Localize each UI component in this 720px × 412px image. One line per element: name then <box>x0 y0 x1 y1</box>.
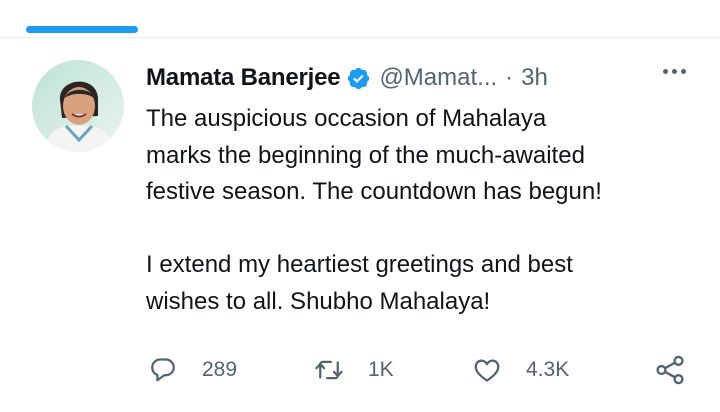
retweet-button[interactable]: 1K <box>312 350 394 390</box>
tab-active-indicator <box>26 26 138 33</box>
share-icon <box>652 353 688 387</box>
more-dots-icon[interactable] <box>663 69 686 74</box>
verified-badge-icon <box>346 66 371 91</box>
reply-count: 289 <box>202 358 238 381</box>
author-name[interactable]: Mamata Banerjee <box>146 64 341 92</box>
retweet-icon <box>312 353 346 387</box>
author-handle[interactable]: @Mamat... <box>379 64 497 92</box>
tweet-line: I extend my heartiest greetings and best <box>146 251 573 278</box>
separator-dot: · <box>505 64 514 91</box>
tweet-actions: 289 1K 4.3K <box>146 350 694 390</box>
reply-bubble-icon <box>146 353 180 387</box>
avatar-image <box>32 60 124 152</box>
like-count: 4.3K <box>526 358 570 381</box>
heart-icon <box>470 353 504 387</box>
tweet-line: festive season. The countdown has begun! <box>146 178 602 205</box>
tweet-text: The auspicious occasion of Mahalaya mark… <box>146 101 706 320</box>
share-button[interactable] <box>652 350 688 390</box>
tweet-header: Mamata Banerjee @Mamat... · 3h <box>146 63 694 93</box>
retweet-count: 1K <box>368 358 394 381</box>
tweet-line: marks the beginning of the much-awaited <box>146 141 585 169</box>
timestamp[interactable]: 3h <box>521 64 548 92</box>
top-divider <box>0 37 720 38</box>
avatar[interactable] <box>32 60 124 152</box>
reply-button[interactable]: 289 <box>146 350 237 390</box>
like-button[interactable]: 4.3K <box>470 350 569 390</box>
tweet-line: The auspicious occasion of Mahalaya <box>146 105 547 132</box>
tweet-line: wishes to all. Shubho Mahalaya! <box>146 287 491 315</box>
